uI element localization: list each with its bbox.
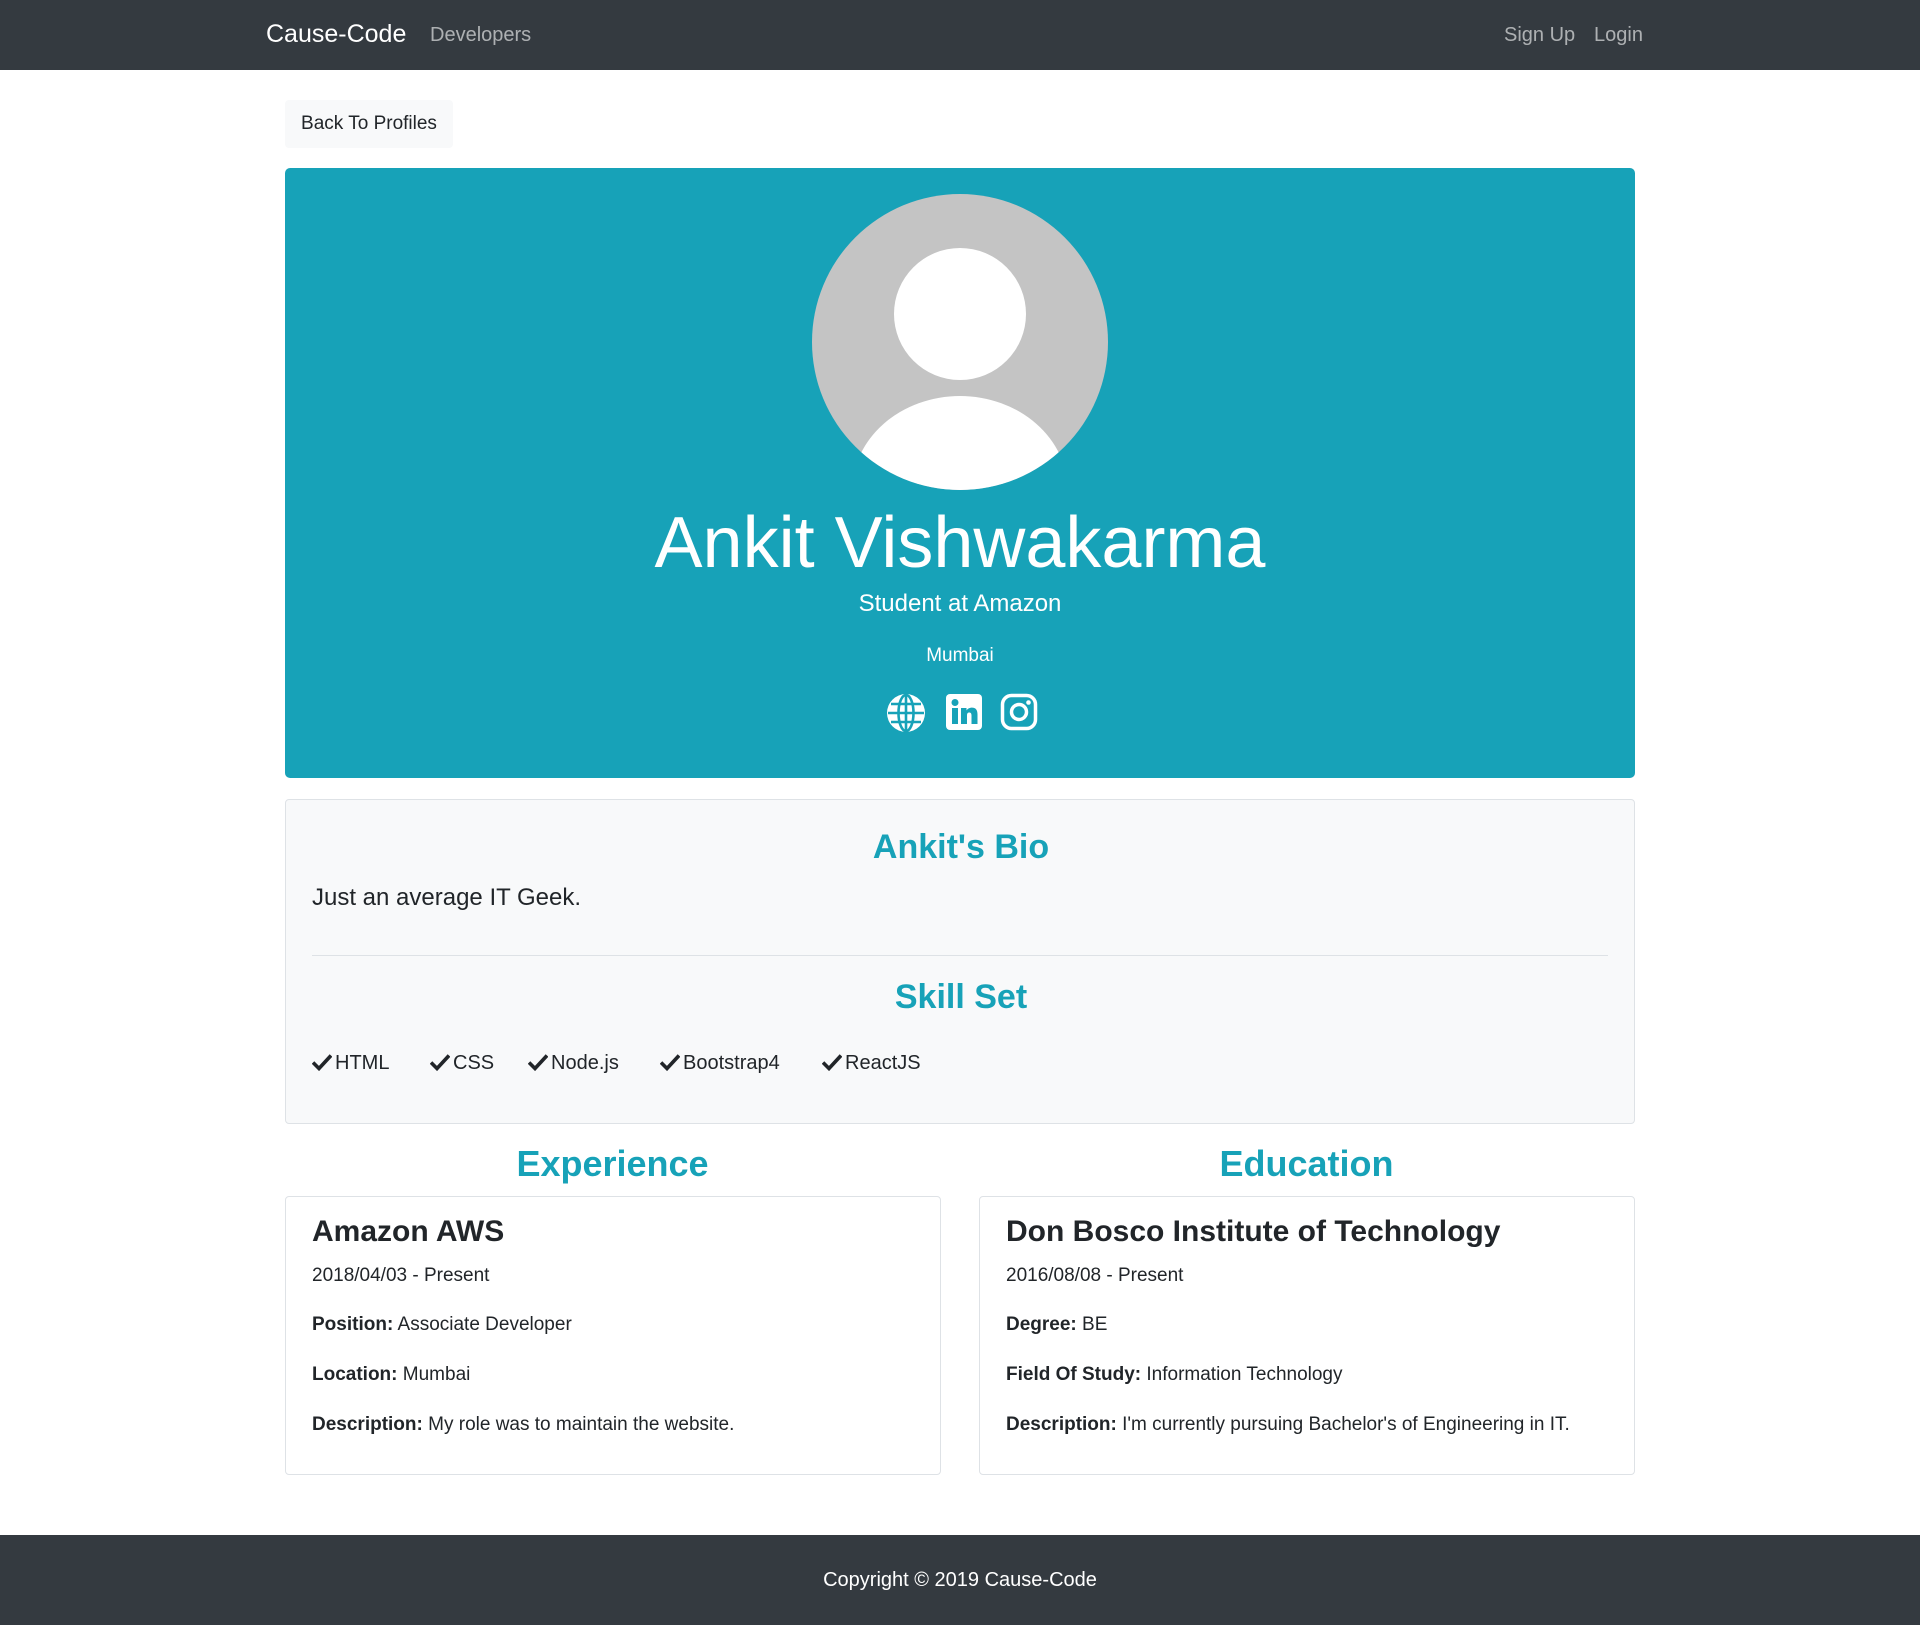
skill-label: HTML <box>335 1052 390 1074</box>
skill-label: Node.js <box>551 1052 619 1074</box>
description-label: Description: <box>1006 1414 1117 1435</box>
social-links <box>885 692 1038 736</box>
top-navbar: Cause-Code Developers Sign Up Login <box>0 0 1920 70</box>
skill-item: ReactJS <box>821 1052 921 1075</box>
globe-icon[interactable] <box>885 692 927 734</box>
skill-label: Bootstrap4 <box>683 1052 780 1074</box>
experience-company: Amazon AWS <box>312 1215 505 1248</box>
experience-heading: Experience <box>516 1143 709 1184</box>
avatar-body-shape <box>852 396 1068 490</box>
education-degree: Degree: BE <box>1006 1314 1107 1336</box>
nav-signup-link[interactable]: Sign Up <box>1504 24 1575 47</box>
instagram-icon[interactable] <box>998 692 1040 734</box>
field-label: Field Of Study: <box>1006 1364 1142 1385</box>
profile-name: Ankit Vishwakarma <box>654 503 1266 583</box>
footer-copyright: Copyright © 2019 Cause-Code <box>823 1569 1097 1591</box>
skill-item: Node.js <box>527 1052 619 1075</box>
check-icon <box>527 1054 549 1072</box>
experience-position: Position: Associate Developer <box>312 1314 572 1336</box>
field-value: Information Technology <box>1146 1364 1343 1385</box>
check-icon <box>311 1054 333 1072</box>
description-value: I'm currently pursuing Bachelor's of Eng… <box>1122 1414 1570 1435</box>
brand-link[interactable]: Cause-Code <box>266 20 406 49</box>
education-description: Description: I'm currently pursuing Bach… <box>1006 1414 1570 1436</box>
nav-developers-link[interactable]: Developers <box>430 24 531 47</box>
education-heading: Education <box>1219 1143 1394 1184</box>
footer: Copyright © 2019 Cause-Code <box>0 1535 1920 1625</box>
experience-location: Location: Mumbai <box>312 1364 470 1386</box>
profile-header: Ankit Vishwakarma Student at Amazon Mumb… <box>285 168 1635 778</box>
nav-login-link[interactable]: Login <box>1594 24 1643 47</box>
position-value: Associate Developer <box>397 1314 572 1335</box>
experience-card: Amazon AWS 2018/04/03 - Present Position… <box>285 1196 941 1475</box>
description-value: My role was to maintain the website. <box>428 1414 735 1435</box>
education-school: Don Bosco Institute of Technology <box>1006 1215 1501 1248</box>
education-card: Don Bosco Institute of Technology 2016/0… <box>979 1196 1635 1475</box>
location-label: Location: <box>312 1364 398 1385</box>
skill-item: HTML <box>311 1052 390 1075</box>
skill-label: ReactJS <box>845 1052 921 1074</box>
degree-label: Degree: <box>1006 1314 1077 1335</box>
position-label: Position: <box>312 1314 394 1335</box>
check-icon <box>659 1054 681 1072</box>
bio-title: Ankit's Bio <box>872 828 1050 866</box>
bio-card: Ankit's Bio Just an average IT Geek. Ski… <box>285 799 1635 1124</box>
degree-value: BE <box>1082 1314 1108 1335</box>
profile-status: Student at Amazon <box>858 590 1062 617</box>
bio-text: Just an average IT Geek. <box>312 884 582 911</box>
profile-location: Mumbai <box>926 645 994 666</box>
experience-description: Description: My role was to maintain the… <box>312 1414 734 1436</box>
avatar-head-shape <box>894 248 1026 380</box>
location-value: Mumbai <box>402 1364 471 1385</box>
skills-title: Skill Set <box>894 978 1028 1016</box>
description-label: Description: <box>312 1414 423 1435</box>
linkedin-icon[interactable] <box>943 692 985 734</box>
education-dates: 2016/08/08 - Present <box>1006 1265 1184 1286</box>
back-to-profiles-button[interactable]: Back To Profiles <box>285 100 453 148</box>
avatar <box>812 194 1108 490</box>
skill-item: Bootstrap4 <box>659 1052 780 1075</box>
divider <box>312 955 1608 956</box>
check-icon <box>429 1054 451 1072</box>
experience-dates: 2018/04/03 - Present <box>312 1265 490 1286</box>
education-field: Field Of Study: Information Technology <box>1006 1364 1343 1386</box>
check-icon <box>821 1054 843 1072</box>
skill-item: CSS <box>429 1052 495 1075</box>
skill-label: CSS <box>453 1052 495 1074</box>
